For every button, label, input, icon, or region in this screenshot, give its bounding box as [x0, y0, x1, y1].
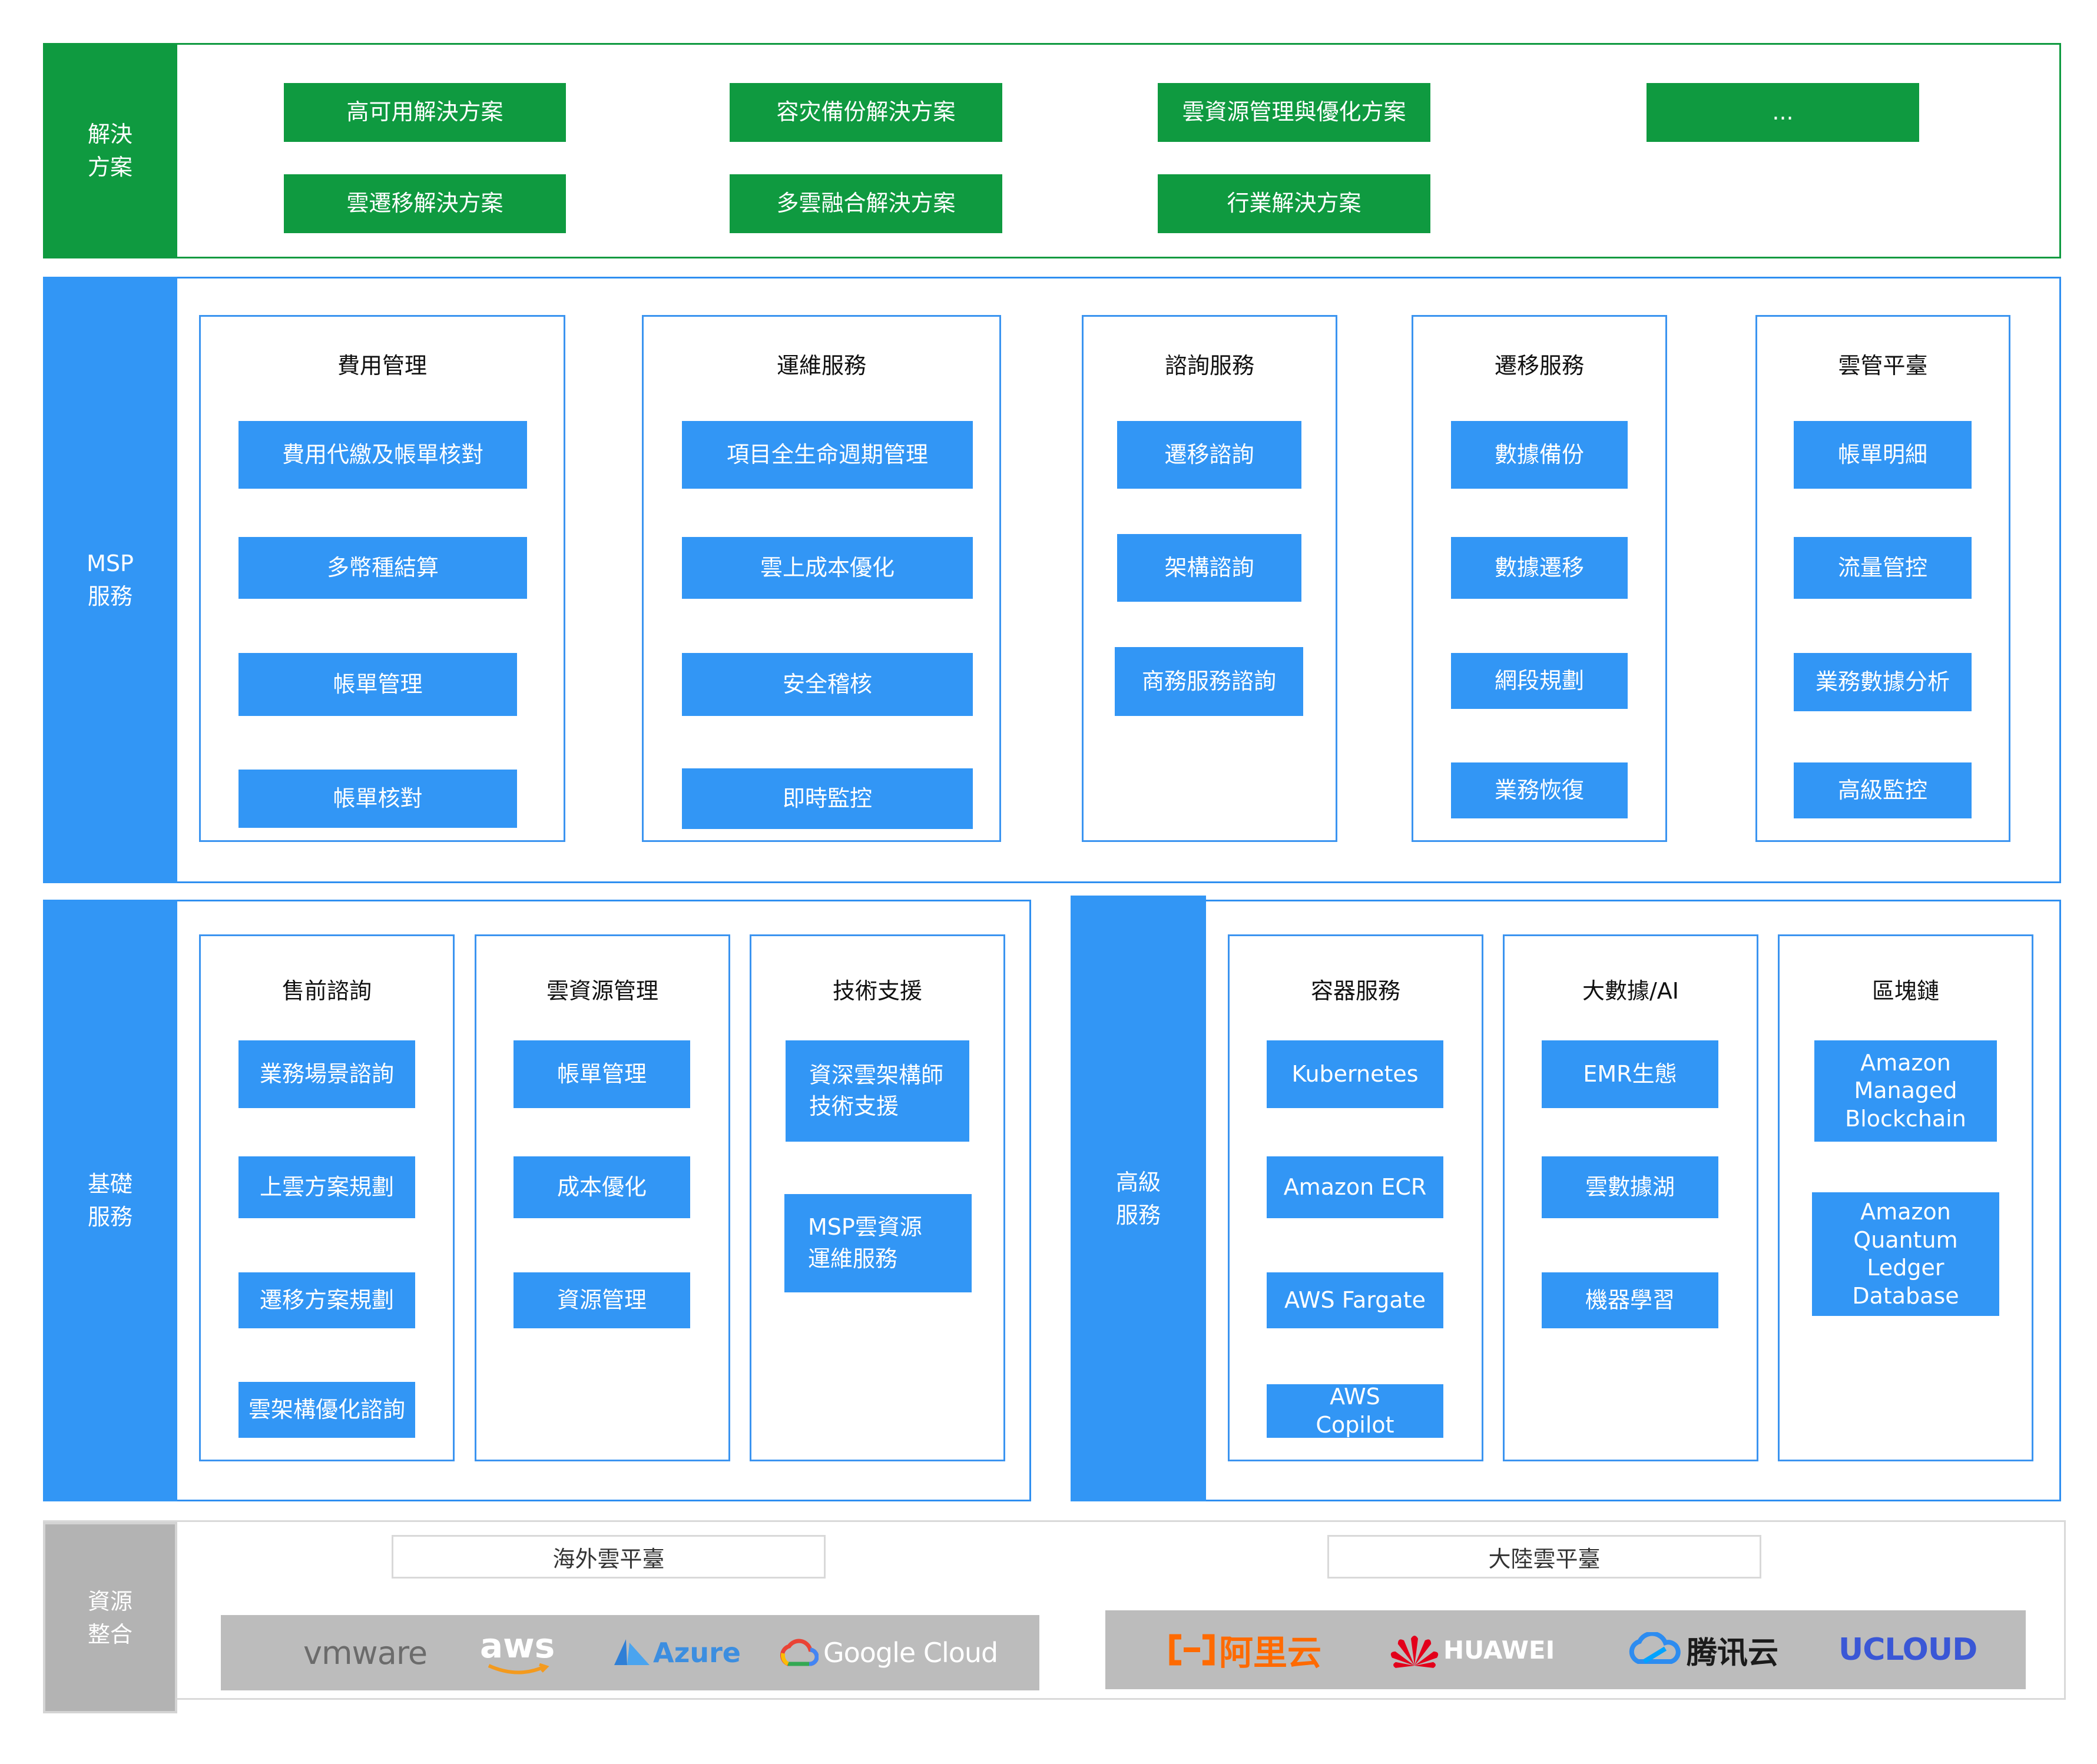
msp-platform-item[interactable]: 高級監控: [1794, 762, 1972, 818]
msp-consulting-item[interactable]: 商務服務諮詢: [1115, 647, 1303, 716]
msp-operations-item[interactable]: 項目全生命週期管理: [682, 421, 973, 489]
msp-side-label: MSP 服務: [43, 277, 177, 883]
advanced-bigdata-item[interactable]: 機器學習: [1542, 1272, 1718, 1328]
group-title: 容器服務: [1310, 978, 1400, 1004]
msp-operations-item[interactable]: 即時監控: [682, 768, 973, 829]
basic-presales-item[interactable]: 上雲方案規劃: [238, 1156, 415, 1218]
solution-resource-optimization[interactable]: 雲資源管理與優化方案: [1158, 83, 1430, 142]
msp-operations-item[interactable]: 雲上成本優化: [682, 537, 973, 599]
group-title: 費用管理: [337, 353, 427, 379]
group-title: 售前諮詢: [281, 978, 372, 1004]
msp-operations-item[interactable]: 安全稽核: [682, 653, 973, 716]
google-cloud-logo: Google Cloud: [777, 1628, 998, 1677]
aws-smile-icon: [488, 1663, 549, 1675]
advanced-containers-item[interactable]: Kubernetes: [1267, 1040, 1443, 1108]
advanced-blockchain-item[interactable]: Amazon Quantum Ledger Database: [1812, 1192, 1999, 1316]
msp-migration-item[interactable]: 數據遷移: [1451, 537, 1628, 599]
msp-consulting-item[interactable]: 架構諮詢: [1117, 534, 1301, 602]
solutions-side-label: 解決 方案: [43, 43, 177, 258]
basic-resource-item[interactable]: 資源管理: [514, 1272, 690, 1328]
basic-side-label: 基礎 服務: [43, 900, 177, 1501]
group-title: 運維服務: [776, 353, 866, 379]
msp-billing-item[interactable]: 費用代繳及帳單核對: [238, 421, 527, 489]
solution-cloud-migration[interactable]: 雲遷移解決方案: [284, 174, 566, 233]
msp-platform-item[interactable]: 流量管控: [1794, 537, 1972, 599]
msp-migration-item[interactable]: 網段規劃: [1451, 653, 1628, 709]
tencent-cloud-logo: 腾讯云: [1626, 1625, 1778, 1675]
msp-consulting-item[interactable]: 遷移諮詢: [1117, 421, 1301, 489]
azure-logo: Azure: [609, 1628, 741, 1677]
msp-billing-item[interactable]: 帳單核對: [238, 770, 517, 828]
msp-billing-item[interactable]: 帳單管理: [238, 653, 517, 716]
mainland-logo-strip: 阿里云 HUAWEI 腾讯云 UCLOUD: [1105, 1610, 2026, 1689]
solution-multicloud[interactable]: 多雲融合解決方案: [730, 174, 1002, 233]
msp-migration-item[interactable]: 數據備份: [1451, 421, 1628, 489]
group-title: 雲資源管理: [546, 978, 658, 1004]
azure-icon: [614, 1639, 650, 1665]
basic-support-item[interactable]: 資深雲架構師 技術支援: [786, 1040, 969, 1142]
solution-high-availability[interactable]: 高可用解決方案: [284, 83, 566, 142]
overseas-platform-label: 海外雲平臺: [392, 1535, 826, 1579]
solution-more[interactable]: ...: [1647, 83, 1919, 142]
overseas-logo-strip: vmware aws Azure Google Cloud: [221, 1615, 1039, 1690]
msp-migration-item[interactable]: 業務恢復: [1451, 762, 1628, 818]
aws-logo: aws: [480, 1620, 555, 1685]
basic-resource-item[interactable]: 帳單管理: [514, 1040, 690, 1108]
basic-presales-item[interactable]: 業務場景諮詢: [238, 1040, 415, 1108]
group-title: 技術支援: [832, 978, 922, 1004]
group-title: 雲管平臺: [1838, 353, 1928, 379]
solution-disaster-recovery[interactable]: 容灾備份解決方案: [730, 83, 1002, 142]
msp-platform-item[interactable]: 帳單明細: [1794, 421, 1972, 489]
huawei-logo: HUAWEI: [1388, 1625, 1555, 1675]
group-title: 大數據/AI: [1582, 978, 1679, 1004]
group-title: 區塊鏈: [1871, 978, 1939, 1004]
msp-platform-item[interactable]: 業務數據分析: [1794, 653, 1972, 711]
mainland-platform-label: 大陸雲平臺: [1327, 1535, 1761, 1579]
basic-presales-item[interactable]: 雲架構優化諮詢: [238, 1382, 415, 1438]
huawei-icon: [1390, 1636, 1439, 1668]
tencent-cloud-icon: [1629, 1632, 1681, 1664]
advanced-containers-item[interactable]: AWS Copilot: [1267, 1384, 1443, 1438]
aliyun-icon: [1169, 1634, 1215, 1666]
advanced-side-label: 高級 服務: [1071, 896, 1206, 1501]
group-title: 遷移服務: [1494, 353, 1584, 379]
advanced-containers-item[interactable]: Amazon ECR: [1267, 1156, 1443, 1218]
google-cloud-icon: [780, 1639, 819, 1666]
resources-side-label: 資源 整合: [43, 1522, 177, 1713]
basic-presales-item[interactable]: 遷移方案規劃: [238, 1272, 415, 1328]
advanced-blockchain-item[interactable]: Amazon Managed Blockchain: [1814, 1040, 1997, 1142]
ucloud-logo: UCLOUD: [1838, 1632, 1977, 1667]
group-title: 諮詢服務: [1164, 353, 1254, 379]
aliyun-logo: 阿里云: [1167, 1625, 1321, 1675]
advanced-bigdata-item[interactable]: 雲數據湖: [1542, 1156, 1718, 1218]
basic-support-item[interactable]: MSP雲資源 運維服務: [784, 1194, 972, 1292]
vmware-logo: vmware: [303, 1634, 428, 1672]
msp-billing-item[interactable]: 多幣種結算: [238, 537, 527, 599]
advanced-bigdata-item[interactable]: EMR生態: [1542, 1040, 1718, 1108]
solution-industry[interactable]: 行業解決方案: [1158, 174, 1430, 233]
advanced-containers-item[interactable]: AWS Fargate: [1267, 1272, 1443, 1328]
basic-resource-item[interactable]: 成本優化: [514, 1156, 690, 1218]
